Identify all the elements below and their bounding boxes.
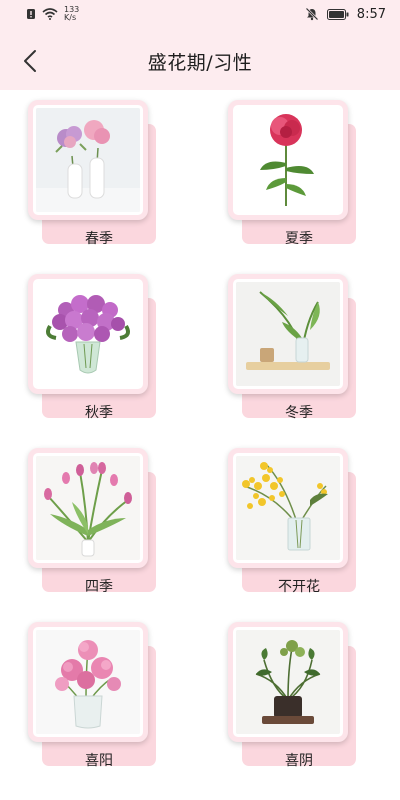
status-bar-left: 133 K/s — [26, 6, 79, 22]
mute-bell-icon — [305, 7, 319, 21]
status-bar: 133 K/s 8:57 — [0, 0, 400, 28]
network-speed: 133 K/s — [64, 6, 79, 22]
pink-tulips-image — [36, 456, 140, 560]
category-grid: 春季 夏季 秋季 冬季 四季 不开花 喜阳 喜阴 — [0, 90, 400, 800]
card-photo — [36, 108, 140, 212]
category-card-winter[interactable]: 冬季 — [228, 274, 360, 424]
battery-icon — [326, 8, 349, 20]
header: 盛花期/习性 — [0, 28, 400, 90]
card-photo — [236, 282, 340, 386]
red-peony-image — [236, 108, 340, 212]
card-image-frame — [28, 622, 148, 742]
card-photo — [36, 456, 140, 560]
card-label: 喜阳 — [85, 753, 113, 769]
card-photo — [236, 630, 340, 734]
card-label: 秋季 — [85, 405, 113, 421]
card-photo — [236, 456, 340, 560]
card-label: 冬季 — [285, 405, 313, 421]
card-image-frame — [228, 448, 348, 568]
card-photo — [36, 282, 140, 386]
card-image-frame — [228, 622, 348, 742]
category-card-spring[interactable]: 春季 — [28, 100, 160, 250]
card-label: 四季 — [85, 579, 113, 595]
green-leaves-vase-image — [236, 282, 340, 386]
card-label: 喜阴 — [285, 753, 313, 769]
category-card-autumn[interactable]: 秋季 — [28, 274, 160, 424]
card-photo — [236, 108, 340, 212]
network-speed-unit: K/s — [64, 13, 77, 22]
card-image-frame — [28, 274, 148, 394]
category-card-non-flowering[interactable]: 不开花 — [228, 448, 360, 598]
category-card-four-seasons[interactable]: 四季 — [28, 448, 160, 598]
card-photo — [36, 630, 140, 734]
sim-alert-icon — [27, 9, 35, 19]
purple-roses-image — [36, 282, 140, 386]
yellow-mimosa-image — [236, 456, 340, 560]
status-bar-right: 8:57 — [305, 5, 386, 23]
card-label: 夏季 — [285, 231, 313, 247]
card-label: 不开花 — [278, 579, 320, 595]
pink-peonies-vase-image — [36, 630, 140, 734]
card-image-frame — [228, 274, 348, 394]
clock: 8:57 — [356, 6, 386, 22]
page-title: 盛花期/习性 — [147, 52, 253, 74]
category-card-sun-loving[interactable]: 喜阳 — [28, 622, 160, 772]
hydrangea-vases-image — [36, 108, 140, 212]
card-image-frame — [28, 448, 148, 568]
card-image-frame — [28, 100, 148, 220]
wifi-icon — [42, 8, 58, 20]
green-plant-pot-image — [236, 630, 340, 734]
card-image-frame — [228, 100, 348, 220]
category-card-summer[interactable]: 夏季 — [228, 100, 360, 250]
category-card-shade-loving[interactable]: 喜阴 — [228, 622, 360, 772]
card-label: 春季 — [85, 231, 113, 247]
